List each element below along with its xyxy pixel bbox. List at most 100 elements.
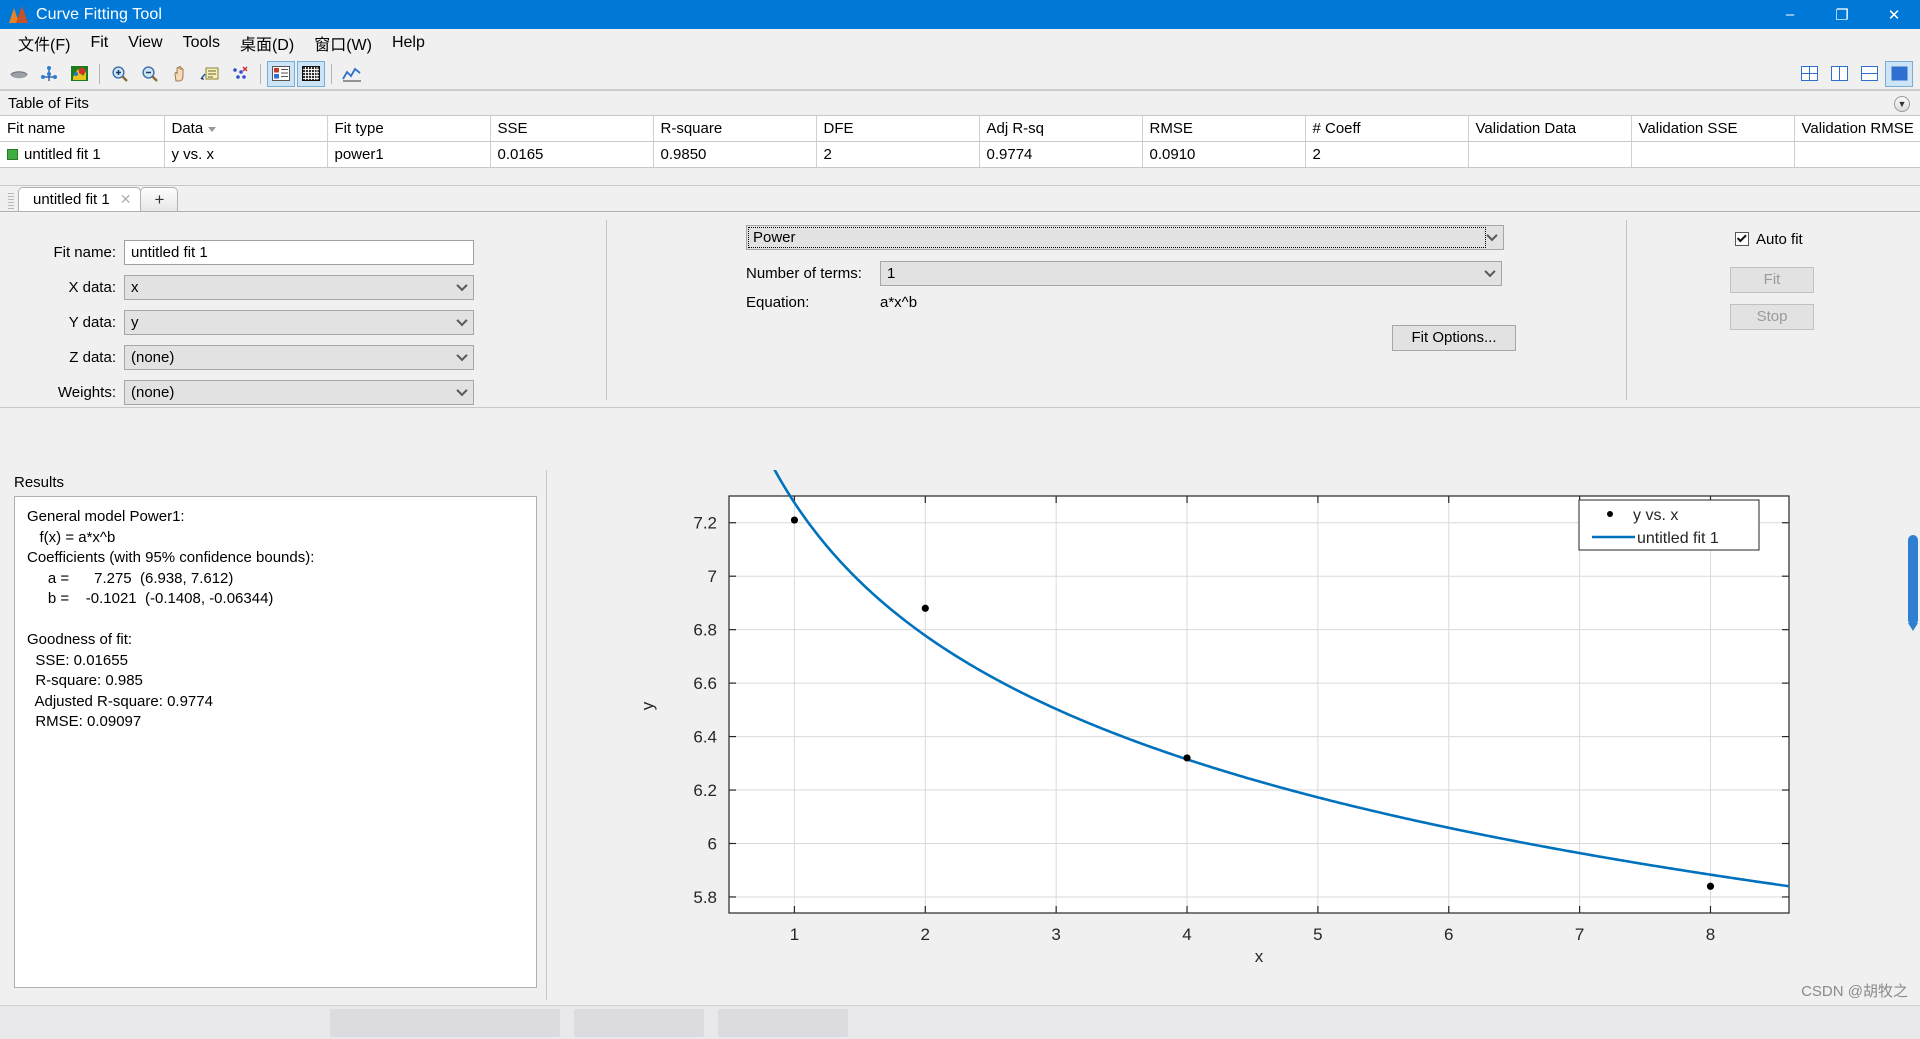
chevron-down-icon[interactable]: ▼: [1894, 96, 1910, 112]
data-point: [921, 604, 929, 612]
column-header-validation-rmse[interactable]: Validation RMSE: [1794, 116, 1920, 142]
menu-help[interactable]: Help: [382, 31, 435, 55]
residuals-plot-icon[interactable]: [338, 61, 366, 87]
fit-name-input[interactable]: untitled fit 1: [124, 239, 474, 265]
column-header-r-square[interactable]: R-square: [653, 116, 817, 142]
close-icon[interactable]: ✕: [120, 191, 132, 208]
column-header-rmse[interactable]: RMSE: [1142, 116, 1306, 142]
y-data-select[interactable]: y: [124, 309, 474, 335]
equation-row: Equation: a*x^b: [746, 294, 917, 311]
taskbar-slot-3[interactable]: [718, 1008, 848, 1037]
close-button[interactable]: ✕: [1868, 0, 1920, 29]
y-tick-label: 6.6: [693, 674, 717, 693]
fit-plot[interactable]: 5.8 6 6.2 6.4 6.6 6.8 7 7.2 1 2 3 4 5 6 7 8 x y y vs. …: [547, 470, 1920, 1000]
column-header-validation-data[interactable]: Validation Data: [1468, 116, 1632, 142]
results-title: Results: [14, 474, 65, 491]
y-tick-label: 6: [708, 835, 717, 854]
menu-desktop[interactable]: 桌面(D): [230, 28, 304, 58]
column-header-n-coeff[interactable]: # Coeff: [1305, 116, 1469, 142]
layout-two-rows-icon[interactable]: [1855, 61, 1883, 87]
window-title: Curve Fitting Tool: [36, 5, 163, 23]
cell-fit-name[interactable]: untitled fit 1: [0, 141, 165, 167]
data-point: [790, 516, 799, 524]
title-bar: Curve Fitting Tool – ❐ ✕: [0, 0, 1920, 29]
layout-single-icon[interactable]: [1885, 60, 1913, 87]
chevron-down-icon: [456, 384, 468, 396]
plot-panel[interactable]: 5.8 6 6.2 6.4 6.6 6.8 7 7.2 1 2 3 4 5 6 7 8 x y y vs. …: [546, 470, 1920, 1000]
column-header-data[interactable]: Data: [164, 116, 328, 142]
fit-type-value: Power: [753, 228, 796, 246]
stop-button-row: Stop: [1730, 303, 1814, 330]
fit-configuration-panel: Fit name: untitled fit 1 X data: x Y dat…: [0, 211, 1920, 408]
weights-value: (none): [131, 383, 175, 401]
rotate-3d-icon[interactable]: [5, 61, 33, 87]
fit-button-row: Fit: [1730, 266, 1814, 293]
fit-name-row: Fit name: untitled fit 1: [36, 239, 474, 265]
x-tick-label: 1: [790, 925, 799, 944]
menu-window[interactable]: 窗口(W): [304, 28, 382, 58]
x-axis-label: x: [1255, 947, 1264, 966]
pan-icon[interactable]: [166, 61, 194, 87]
column-header-sse[interactable]: SSE: [490, 116, 654, 142]
watermark-text: CSDN @胡牧之: [1801, 983, 1908, 1000]
z-data-select[interactable]: (none): [124, 344, 474, 370]
column-header-validation-sse[interactable]: Validation SSE: [1631, 116, 1795, 142]
table-row[interactable]: untitled fit 1 y vs. x power1 0.0165 0.9…: [0, 141, 1920, 167]
legend-icon[interactable]: [196, 61, 224, 87]
fit-type-select[interactable]: Power: [746, 224, 1504, 250]
auto-fit-checkbox[interactable]: [1735, 231, 1749, 246]
num-terms-label: Number of terms:: [746, 264, 862, 282]
table-header-row: Fit name Data Fit type SSE R-square DFE …: [0, 116, 1920, 142]
column-header-adj-r-sq[interactable]: Adj R-sq: [979, 116, 1143, 142]
fit-options-button[interactable]: Fit Options...: [1392, 324, 1516, 351]
taskbar-slot-2[interactable]: [574, 1008, 704, 1037]
tab-grip-handle[interactable]: [8, 192, 14, 211]
vertical-scrollbar-thumb[interactable]: [1908, 535, 1918, 631]
grid-icon[interactable]: [297, 60, 325, 87]
x-tick-label: 6: [1444, 925, 1453, 944]
layout-two-columns-icon[interactable]: [1825, 61, 1853, 87]
chevron-down-icon: [456, 314, 468, 326]
fit-button[interactable]: Fit: [1730, 266, 1814, 293]
x-data-select[interactable]: x: [124, 274, 474, 300]
equation-value: a*x^b: [880, 293, 918, 311]
auto-fit-row[interactable]: Auto fit: [1735, 231, 1803, 248]
colormap-icon[interactable]: [65, 61, 93, 87]
taskbar-slot-1[interactable]: [330, 1008, 560, 1037]
y-tick-label: 7.2: [693, 514, 717, 533]
column-header-dfe[interactable]: DFE: [816, 116, 980, 142]
tab-untitled-fit-1[interactable]: untitled fit 1 ✕: [18, 186, 142, 212]
y-axis-label: y: [638, 701, 657, 710]
weights-label: Weights:: [57, 383, 116, 401]
exclude-outliers-icon[interactable]: [226, 61, 254, 87]
table-of-fits-title: Table of Fits: [8, 94, 89, 112]
y-data-row: Y data: y: [36, 309, 474, 335]
data-point: [1706, 882, 1715, 890]
auto-fit-label: Auto fit: [1756, 230, 1803, 248]
fit-options-row: Fit Options...: [1392, 324, 1516, 351]
menu-view[interactable]: View: [118, 31, 172, 55]
data-cursor-icon[interactable]: [35, 61, 63, 87]
stop-button[interactable]: Stop: [1730, 303, 1814, 330]
cell-rmse: 0.0910: [1142, 141, 1306, 167]
chevron-down-icon: [1486, 229, 1498, 241]
zoom-in-icon[interactable]: [106, 61, 134, 87]
column-header-fit-name[interactable]: Fit name: [0, 116, 165, 142]
num-terms-select[interactable]: 1: [880, 260, 1502, 286]
equation-label: Equation:: [746, 293, 810, 311]
minimize-button[interactable]: –: [1764, 0, 1816, 29]
zoom-out-icon[interactable]: [136, 61, 164, 87]
maximize-button[interactable]: ❐: [1816, 0, 1868, 29]
weights-row: Weights: (none): [36, 379, 474, 405]
panel-divider-right: [1626, 219, 1627, 400]
menu-file[interactable]: 文件(F): [8, 28, 80, 58]
plot-legend[interactable]: y vs. x untitled fit 1: [1578, 499, 1760, 551]
x-data-row: X data: x: [36, 274, 474, 300]
menu-fit[interactable]: Fit: [80, 31, 118, 55]
table-of-fits-icon[interactable]: [267, 60, 295, 87]
menu-tools[interactable]: Tools: [173, 31, 230, 55]
layout-grid-icon[interactable]: [1795, 61, 1823, 87]
weights-select[interactable]: (none): [124, 379, 474, 405]
add-fit-tab-button[interactable]: +: [140, 186, 179, 212]
column-header-fit-type[interactable]: Fit type: [327, 116, 491, 142]
